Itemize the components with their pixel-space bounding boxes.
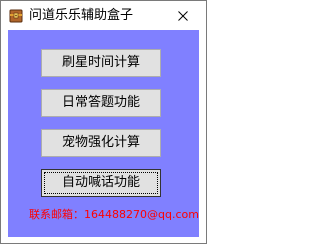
title-bar[interactable]: 问道乐乐辅助盒子 (1, 1, 206, 30)
auto-shout-button[interactable]: 自动喊话功能 (41, 169, 161, 197)
close-icon (178, 6, 188, 25)
daily-quiz-button[interactable]: 日常答题功能 (41, 89, 161, 117)
contact-email: 联系邮箱：1644882​70@qq.com (29, 208, 199, 221)
star-time-calc-button[interactable]: 刷星时间计算 (41, 49, 161, 77)
treasure-box-icon (9, 8, 23, 23)
app-window: 问道乐乐辅助盒子 刷星时间计算 日常答题功能 宠物强化计算 自动喊话功能 联系邮… (0, 0, 207, 244)
pet-enhance-calc-button[interactable]: 宠物强化计算 (41, 129, 161, 157)
close-button[interactable] (160, 1, 206, 29)
client-area: 刷星时间计算 日常答题功能 宠物强化计算 自动喊话功能 联系邮箱：1644882… (8, 30, 199, 237)
window-title: 问道乐乐辅助盒子 (29, 8, 134, 23)
